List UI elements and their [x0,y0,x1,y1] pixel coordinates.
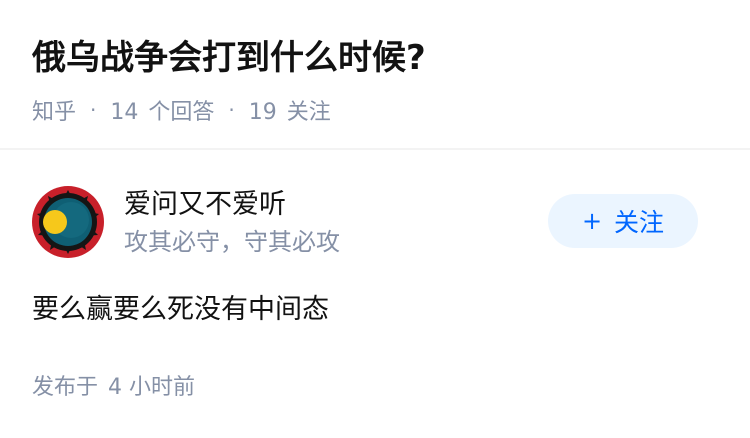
follow-button[interactable]: + 关注 [548,194,698,248]
zhihu-answer-page: 俄乌战争会打到什么时候? 知乎 · 14 个回答 · 19 关注 爱问又不爱听 [0,0,750,438]
answer-content[interactable]: 要么赢要么死没有中间态 [32,290,329,330]
question-title[interactable]: 俄乌战争会打到什么时候? [32,34,426,82]
answer-count-label: 个回答 [148,100,215,125]
published-prefix: 发布于 [32,375,99,400]
follow-button-label: 关注 [614,208,665,237]
question-header: 俄乌战争会打到什么时候? 知乎 · 14 个回答 · 19 关注 [0,0,750,150]
source-label[interactable]: 知乎 [32,94,76,126]
plus-icon: + [581,207,603,235]
answer-count: 14 [110,100,139,125]
avatar-sun [43,210,67,234]
answer-count-link[interactable]: 14 个回答 [110,94,214,126]
meta-separator-2: · [228,98,235,122]
author-name[interactable]: 爱问又不爱听 [124,188,286,222]
answer-footer: 发布于 4 小时前 [32,373,195,403]
follower-count: 19 [248,100,277,125]
meta-separator-1: · [90,98,97,122]
question-meta: 知乎 · 14 个回答 · 19 关注 [32,94,331,126]
follower-count-label: 关注 [286,100,331,125]
author-avatar[interactable] [32,186,104,258]
author-bio: 攻其必守，守其必攻 [124,228,340,256]
follower-count-link[interactable]: 19 关注 [249,94,331,126]
published-time: 4 小时前 [108,375,196,400]
sun-emblem-avatar-icon [32,186,104,258]
